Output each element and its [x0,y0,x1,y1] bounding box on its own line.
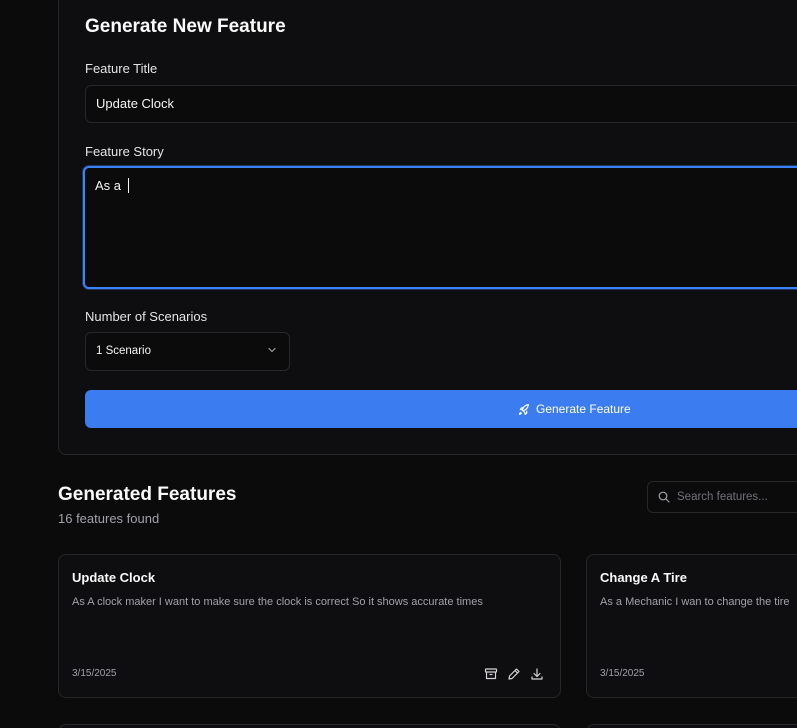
feature-title-label: Feature Title [85,61,158,76]
page: Generate New Feature Feature Title Updat… [0,0,797,728]
card-actions [484,667,544,681]
card-date: 3/15/2025 [600,668,645,679]
chevron-down-icon [267,345,277,358]
search-placeholder: Search features... [677,491,768,503]
feature-title-input[interactable]: Update Clock [85,85,797,123]
feature-story-textarea[interactable]: As a [83,166,797,289]
search-input[interactable]: Search features... [647,481,797,513]
card-title: Change A Tire [600,570,687,585]
download-icon[interactable] [530,667,544,681]
generate-feature-button[interactable]: Generate Feature [85,390,797,428]
generate-feature-label: Generate Feature [536,402,631,416]
card-date: 3/15/2025 [72,668,117,679]
generated-features-heading: Generated Features [58,484,237,505]
feature-card-partial[interactable] [58,724,561,728]
feature-story-value: As a [95,178,125,193]
archive-icon[interactable] [484,667,498,681]
features-count: 16 features found [58,511,160,526]
panel-title: Generate New Feature [85,16,286,37]
feature-title-value: Update Clock [96,96,175,111]
text-caret [127,178,129,193]
scenarios-selected-value: 1 Scenario [96,345,151,357]
pencil-icon[interactable] [507,667,521,681]
feature-card-partial[interactable] [586,724,797,728]
search-icon [658,491,670,506]
scenarios-label: Number of Scenarios [85,309,208,324]
card-description: As a Mechanic I wan to change the tire [600,596,790,608]
card-description: As A clock maker I want to make sure the… [72,596,483,608]
rocket-icon [517,403,530,416]
scenarios-select[interactable]: 1 Scenario [85,332,290,371]
feature-story-label: Feature Story [85,144,164,159]
feature-card[interactable]: Update Clock As A clock maker I want to … [58,554,561,698]
card-title: Update Clock [72,570,156,585]
feature-card[interactable]: Change A Tire As a Mechanic I wan to cha… [586,554,797,698]
